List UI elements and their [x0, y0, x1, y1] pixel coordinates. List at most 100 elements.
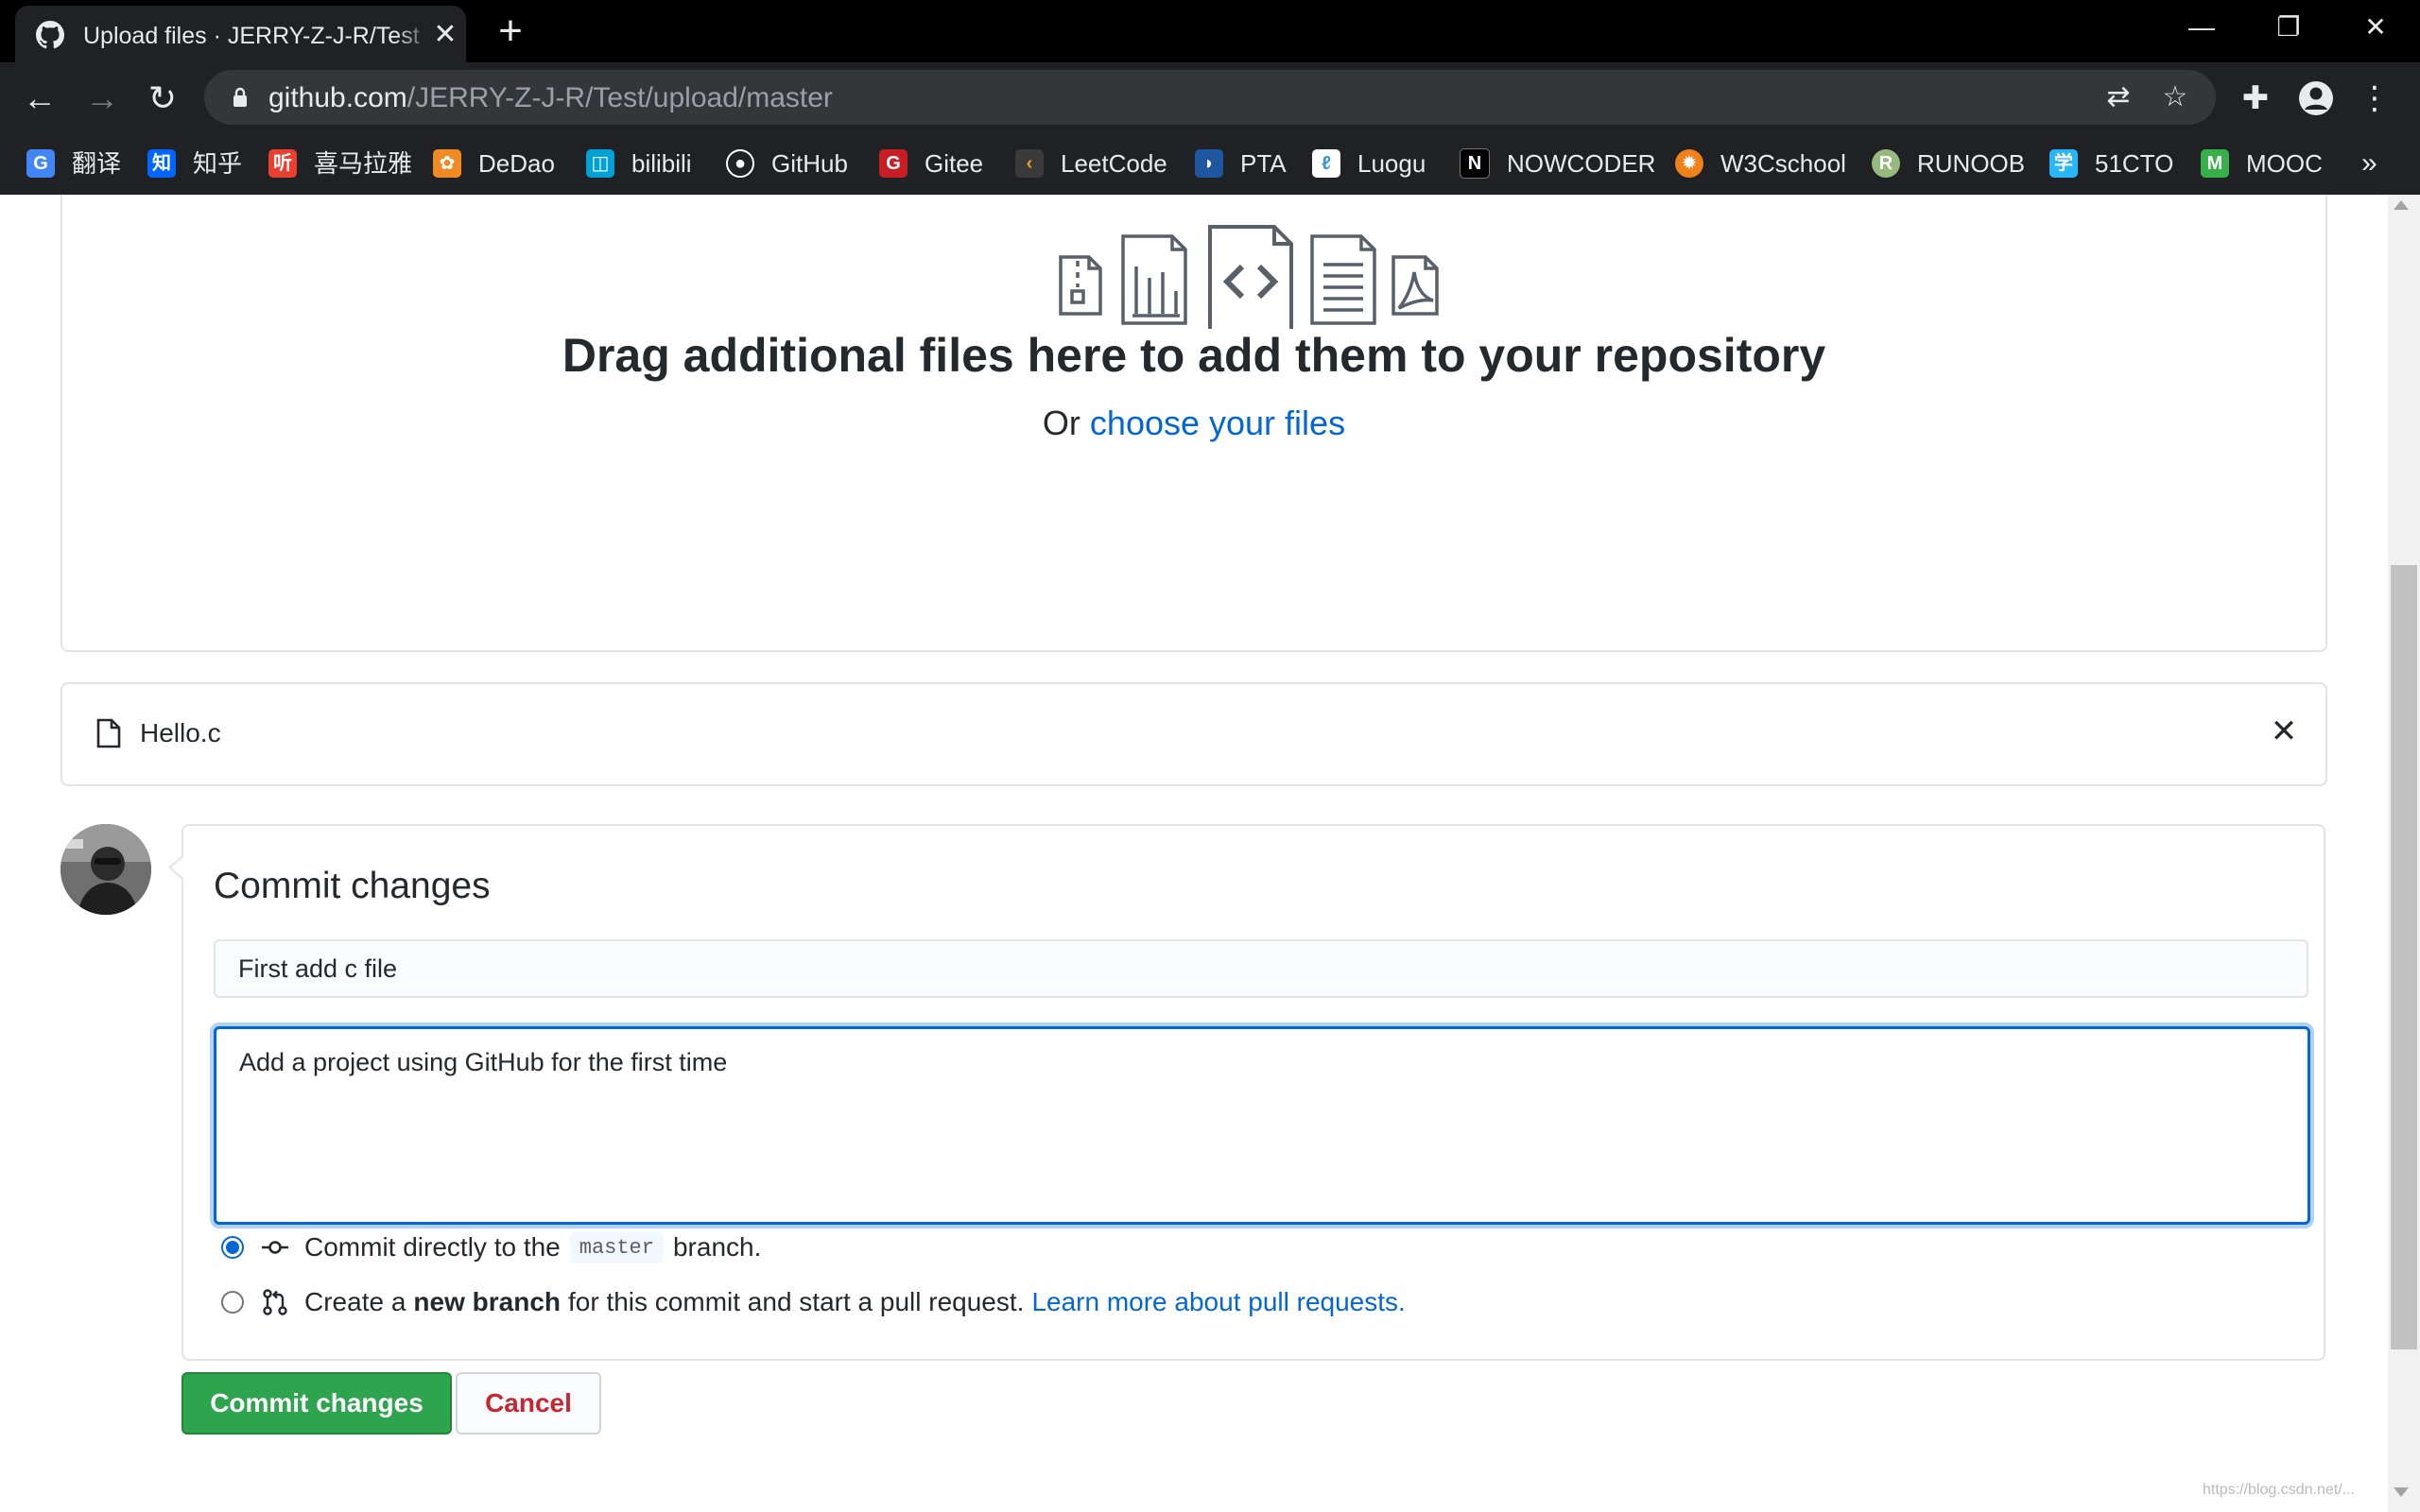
ximalaya-icon: 听 — [268, 149, 297, 178]
file-drop-zone[interactable]: Drag additional files here to add them t… — [60, 195, 2327, 652]
scroll-up-arrow-icon[interactable] — [2394, 200, 2409, 210]
bookmark-bilibili[interactable]: ◫ bilibili — [586, 146, 692, 181]
browser-tab-active[interactable]: Upload files · JERRY-Z-J-R/Test ✕ — [15, 6, 466, 62]
commit-form: Commit changes Add a project using GitHu… — [168, 824, 2325, 1361]
text-file-icon — [1310, 234, 1376, 325]
commit-description-textarea[interactable]: Add a project using GitHub for the first… — [214, 1026, 2310, 1225]
reload-icon[interactable]: ↻ — [140, 76, 185, 121]
github-favicon-icon — [36, 21, 64, 49]
bookmark-star-icon[interactable]: ☆ — [2159, 81, 2191, 113]
user-avatar-icon — [60, 824, 151, 915]
runoob-icon: R — [1872, 149, 1900, 178]
tab-title: Upload files · JERRY-Z-J-R/Test — [83, 21, 433, 51]
bookmark-nowcoder[interactable]: N NOWCODER — [1460, 146, 1655, 181]
page-content: Drag additional files here to add them t… — [0, 195, 2388, 1512]
scroll-down-arrow-icon[interactable] — [2394, 1487, 2409, 1497]
zip-file-icon — [1059, 255, 1102, 316]
commit-directly-text: Commit directly to the — [304, 1232, 561, 1262]
bookmark-translate[interactable]: G 翻译 — [26, 146, 121, 181]
forward-arrow-icon[interactable]: → — [79, 76, 125, 121]
branch-name-badge: master — [569, 1231, 664, 1263]
w3cschool-icon: ✹ — [1675, 149, 1703, 178]
zhihu-icon: 知 — [147, 149, 176, 178]
tab-close-icon[interactable]: ✕ — [429, 19, 461, 51]
bookmark-label: PTA — [1240, 149, 1287, 178]
commit-summary-input[interactable] — [214, 939, 2308, 998]
uploaded-file-name: Hello.c — [140, 718, 221, 747]
more-menu-icon[interactable]: ⋮ — [2354, 77, 2395, 119]
git-pull-request-icon — [263, 1289, 287, 1315]
bookmark-leetcode[interactable]: ‹ LeetCode — [1015, 146, 1167, 181]
uploaded-file-row: Hello.c ✕ — [60, 682, 2327, 786]
new-branch-prefix: Create a — [304, 1287, 406, 1316]
lock-icon — [233, 87, 247, 107]
bookmark-dedao[interactable]: ✿ DeDao — [433, 146, 555, 181]
commit-changes-button[interactable]: Commit changes — [182, 1372, 452, 1435]
choose-files-link[interactable]: choose your files — [1090, 404, 1345, 442]
bookmark-label: Luogu — [1357, 149, 1426, 178]
file-types-illustration — [1059, 225, 1439, 329]
learn-more-pull-requests-link[interactable]: Learn more about pull requests. — [1031, 1287, 1405, 1317]
bookmark-label: 知乎 — [193, 149, 243, 178]
remove-file-close-icon[interactable]: ✕ — [2265, 713, 2303, 750]
51cto-icon: 学 — [2049, 149, 2078, 178]
bookmark-github[interactable]: ● GitHub — [726, 146, 848, 181]
bookmark-label: 翻译 — [72, 149, 122, 178]
new-branch-radio[interactable] — [221, 1291, 244, 1314]
bookmarks-bar: G 翻译 知 知乎 听 喜马拉雅 ✿ DeDao ◫ bilibili ● Gi… — [0, 132, 2420, 195]
close-window-button[interactable]: ✕ — [2333, 0, 2418, 57]
browser-toolbar: ← → ↻ github.com/JERRY-Z-J-R/Test/upload… — [0, 62, 2420, 132]
bookmark-51cto[interactable]: 学 51CTO — [2049, 146, 2173, 181]
github-icon: ● — [726, 149, 754, 178]
url-host: github.com — [268, 82, 407, 113]
new-branch-option[interactable]: Create a new branch for this commit and … — [221, 1281, 1406, 1323]
nowcoder-icon: N — [1460, 148, 1490, 179]
bookmark-gitee[interactable]: G Gitee — [879, 146, 983, 181]
bookmark-label: NOWCODER — [1507, 149, 1656, 178]
minimize-button[interactable]: — — [2159, 0, 2244, 57]
commit-directly-suffix: branch. — [672, 1232, 762, 1262]
commit-directly-radio[interactable] — [221, 1236, 244, 1259]
bookmark-runoob[interactable]: R RUNOOB — [1872, 146, 2025, 181]
address-bar[interactable]: github.com/JERRY-Z-J-R/Test/upload/maste… — [204, 70, 2216, 125]
commit-directly-option[interactable]: Commit directly to the master branch. — [221, 1227, 761, 1268]
bookmark-pta[interactable]: ◗ PTA — [1195, 146, 1287, 181]
or-text: Or — [1042, 404, 1090, 442]
new-branch-bold: new branch — [413, 1287, 561, 1316]
bookmark-label: W3Cschool — [1720, 149, 1846, 178]
translate-icon[interactable]: ⇄ — [2102, 81, 2135, 113]
back-arrow-icon[interactable]: ← — [17, 76, 62, 121]
file-icon — [96, 718, 121, 748]
bookmark-ximalaya[interactable]: 听 喜马拉雅 — [268, 146, 412, 181]
bookmark-w3cschool[interactable]: ✹ W3Cschool — [1675, 146, 1846, 181]
restore-button[interactable]: ❐ — [2246, 0, 2331, 57]
bookmark-label: bilibili — [631, 149, 692, 178]
new-tab-button[interactable]: + — [492, 10, 529, 52]
cancel-button[interactable]: Cancel — [456, 1372, 601, 1435]
bookmark-luogu[interactable]: ℓ Luogu — [1312, 146, 1426, 181]
leetcode-icon: ‹ — [1015, 149, 1044, 178]
bookmark-mooc[interactable]: M MOOC — [2201, 146, 2323, 181]
url-text: github.com/JERRY-Z-J-R/Test/upload/maste… — [268, 82, 833, 114]
bookmark-label: 51CTO — [2095, 149, 2174, 178]
bookmarks-more-icon[interactable]: » — [2361, 146, 2377, 181]
bookmark-zhihu[interactable]: 知 知乎 — [147, 146, 242, 181]
bookmark-label: DeDao — [478, 149, 555, 178]
luogu-icon: ℓ — [1312, 149, 1340, 178]
pdf-file-icon — [1392, 255, 1439, 316]
extensions-puzzle-icon[interactable]: ✚ — [2235, 77, 2276, 119]
profile-avatar-icon[interactable] — [2297, 79, 2335, 117]
commit-form-title: Commit changes — [214, 866, 491, 906]
watermark: https://blog.csdn.net/... — [2203, 1482, 2355, 1498]
dedao-icon: ✿ — [433, 149, 461, 178]
url-path: /JERRY-Z-J-R/Test/upload/master — [406, 82, 833, 113]
bookmark-label: GitHub — [771, 149, 848, 178]
page-scrollbar-thumb[interactable] — [2391, 565, 2417, 1349]
gitee-icon: G — [879, 149, 908, 178]
code-file-icon — [1208, 225, 1293, 329]
browser-title-bar: Upload files · JERRY-Z-J-R/Test ✕ + — ❐ … — [0, 0, 2420, 62]
bookmark-label: Gitee — [925, 149, 984, 178]
new-branch-suffix: for this commit and start a pull request… — [568, 1287, 1025, 1316]
pta-icon: ◗ — [1195, 149, 1223, 178]
bookmark-label: RUNOOB — [1917, 149, 2026, 178]
